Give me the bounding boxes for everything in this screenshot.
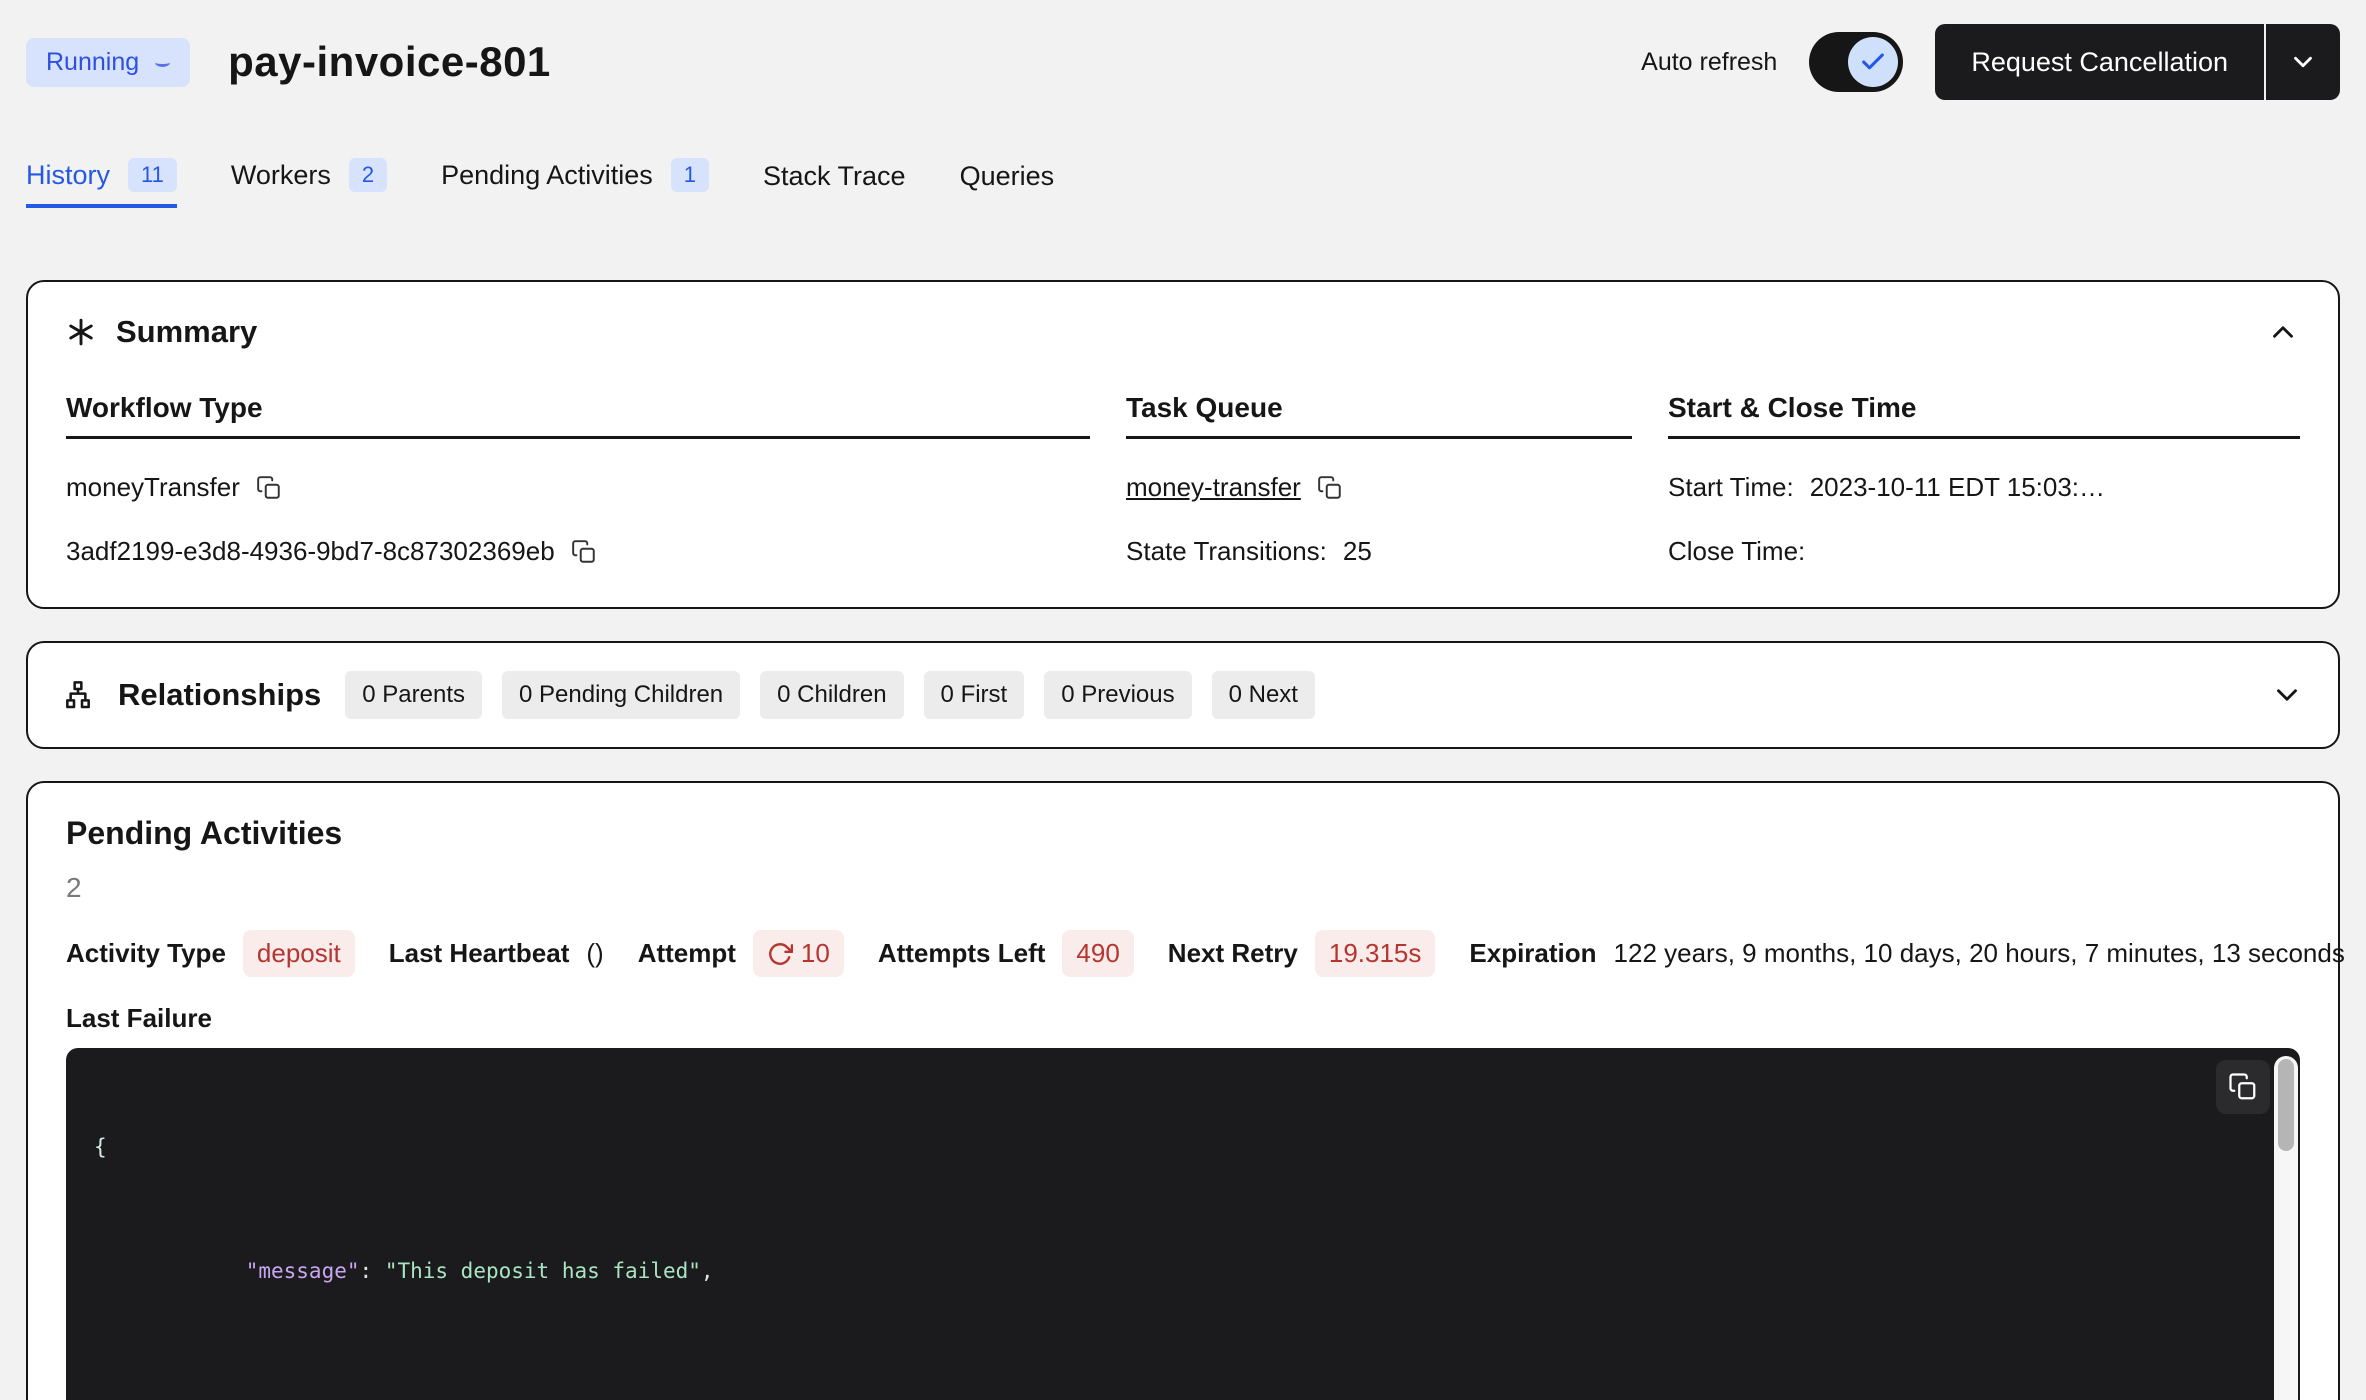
activity-detail-row: Activity Type deposit Last Heartbeat () … [66,930,2300,977]
tab-workers[interactable]: Workers 2 [231,158,387,208]
tab-queries[interactable]: Queries [960,161,1055,208]
chevron-down-icon [2270,678,2304,712]
attempt-badge: 10 [753,930,844,977]
check-icon [1859,48,1887,76]
start-time-label: Start Time: [1668,472,1794,503]
vertical-scrollbar-thumb[interactable] [2278,1059,2294,1151]
tab-label: Pending Activities [441,160,653,191]
pending-activities-card: Pending Activities 2 Activity Type depos… [26,781,2340,1400]
toggle-knob [1848,37,1898,87]
copy-icon [256,475,282,501]
header-actions: Auto refresh Request Cancellation [1641,24,2340,100]
code-key: "message" [246,1259,360,1283]
asterisk-icon [66,317,96,347]
auto-refresh-toggle[interactable] [1809,32,1903,92]
copy-icon [2228,1072,2258,1102]
summary-header: Summary [66,314,2300,350]
request-cancellation-button[interactable]: Request Cancellation [1935,24,2264,100]
status-badge: Running [26,38,190,87]
attempts-left-badge: 490 [1062,930,1133,977]
code-value: "This deposit has failed" [385,1259,701,1283]
workflow-detail-page: Running pay-invoice-801 Auto refresh Req… [0,0,2366,1400]
tab-pending-activities[interactable]: Pending Activities 1 [441,158,709,208]
children-badge: 0 Children [760,671,903,719]
relationship-badges: 0 Parents 0 Pending Children 0 Children … [345,671,1315,719]
state-transitions-value: 25 [1343,536,1372,567]
start-time-value: 2023-10-11 EDT 15:03:… [1810,472,2105,503]
copy-button[interactable] [256,475,282,501]
activity-type-badge: deposit [243,930,355,977]
last-heartbeat-label: Last Heartbeat [389,938,570,969]
chevron-down-icon [2288,47,2318,77]
page-title: pay-invoice-801 [228,38,551,86]
tab-label: Stack Trace [763,161,906,192]
summary-title: Summary [116,314,257,350]
relationships-card: Relationships 0 Parents 0 Pending Childr… [26,641,2340,749]
status-progress-icon [155,58,170,67]
state-transitions-label: State Transitions: [1126,536,1327,567]
expiration-label: Expiration [1469,938,1596,969]
tab-history[interactable]: History 11 [26,158,177,208]
last-failure-code-block: { "message": "This deposit has failed", … [66,1048,2300,1400]
activity-type-label: Activity Type [66,938,226,969]
expiration-value: 122 years, 9 months, 10 days, 20 hours, … [1614,938,2345,969]
code-copy-button[interactable] [2216,1060,2270,1114]
first-badge: 0 First [924,671,1025,719]
close-time-label: Close Time: [1668,536,1805,567]
parents-badge: 0 Parents [345,671,482,719]
copy-button[interactable] [1317,475,1343,501]
copy-icon [1317,475,1343,501]
task-queue-column: Task Queue money-transfer State Transiti… [1126,392,1632,567]
status-label: Running [46,48,139,77]
previous-badge: 0 Previous [1044,671,1191,719]
time-header: Start & Close Time [1668,392,2300,439]
summary-collapse-button[interactable] [2266,315,2300,349]
relationships-title: Relationships [118,677,321,713]
request-cancellation-split-button: Request Cancellation [1935,24,2340,100]
cancellation-dropdown-button[interactable] [2266,24,2340,100]
time-column: Start & Close Time Start Time: 2023-10-1… [1668,392,2300,567]
retry-icon [767,941,793,967]
workflow-type-header: Workflow Type [66,392,1090,439]
relationships-expand-button[interactable] [2270,678,2304,712]
tab-label: Queries [960,161,1055,192]
tab-label: Workers [231,160,331,191]
next-retry-badge: 19.315s [1315,930,1436,977]
attempt-label: Attempt [638,938,736,969]
tab-stack-trace[interactable]: Stack Trace [763,161,906,208]
attempts-left-label: Attempts Left [878,938,1046,969]
task-queue-header: Task Queue [1126,392,1632,439]
code-brace: { [94,1135,107,1159]
run-id-value: 3adf2199-e3d8-4936-9bd7-8c87302369eb [66,536,555,567]
task-queue-link[interactable]: money-transfer [1126,472,1301,503]
chevron-up-icon [2266,315,2300,349]
next-badge: 0 Next [1212,671,1315,719]
last-heartbeat-value: () [586,938,603,969]
tab-count-badge: 11 [128,158,177,192]
next-retry-label: Next Retry [1168,938,1298,969]
last-failure-label: Last Failure [66,1003,2300,1034]
tab-label: History [26,160,110,191]
workflow-type-column: Workflow Type moneyTransfer 3adf2199-e3d… [66,392,1090,567]
vertical-scrollbar[interactable] [2274,1056,2298,1400]
workflow-type-value: moneyTransfer [66,472,240,503]
pending-activities-count: 2 [66,872,2300,904]
pending-children-badge: 0 Pending Children [502,671,740,719]
auto-refresh-label: Auto refresh [1641,48,1777,77]
copy-icon [571,539,597,565]
tab-count-badge: 2 [349,158,387,192]
summary-grid: Workflow Type moneyTransfer 3adf2199-e3d… [66,392,2300,567]
json-payload: { "message": "This deposit has failed", … [94,1070,2240,1400]
summary-card: Summary Workflow Type moneyTransfer 3adf… [26,280,2340,609]
hierarchy-icon [62,679,94,711]
copy-button[interactable] [571,539,597,565]
pending-activities-title: Pending Activities [66,815,2300,852]
attempt-value: 10 [801,938,830,969]
tab-count-badge: 1 [671,158,709,192]
page-header: Running pay-invoice-801 Auto refresh Req… [26,24,2340,100]
tab-bar: History 11 Workers 2 Pending Activities … [26,158,2340,208]
